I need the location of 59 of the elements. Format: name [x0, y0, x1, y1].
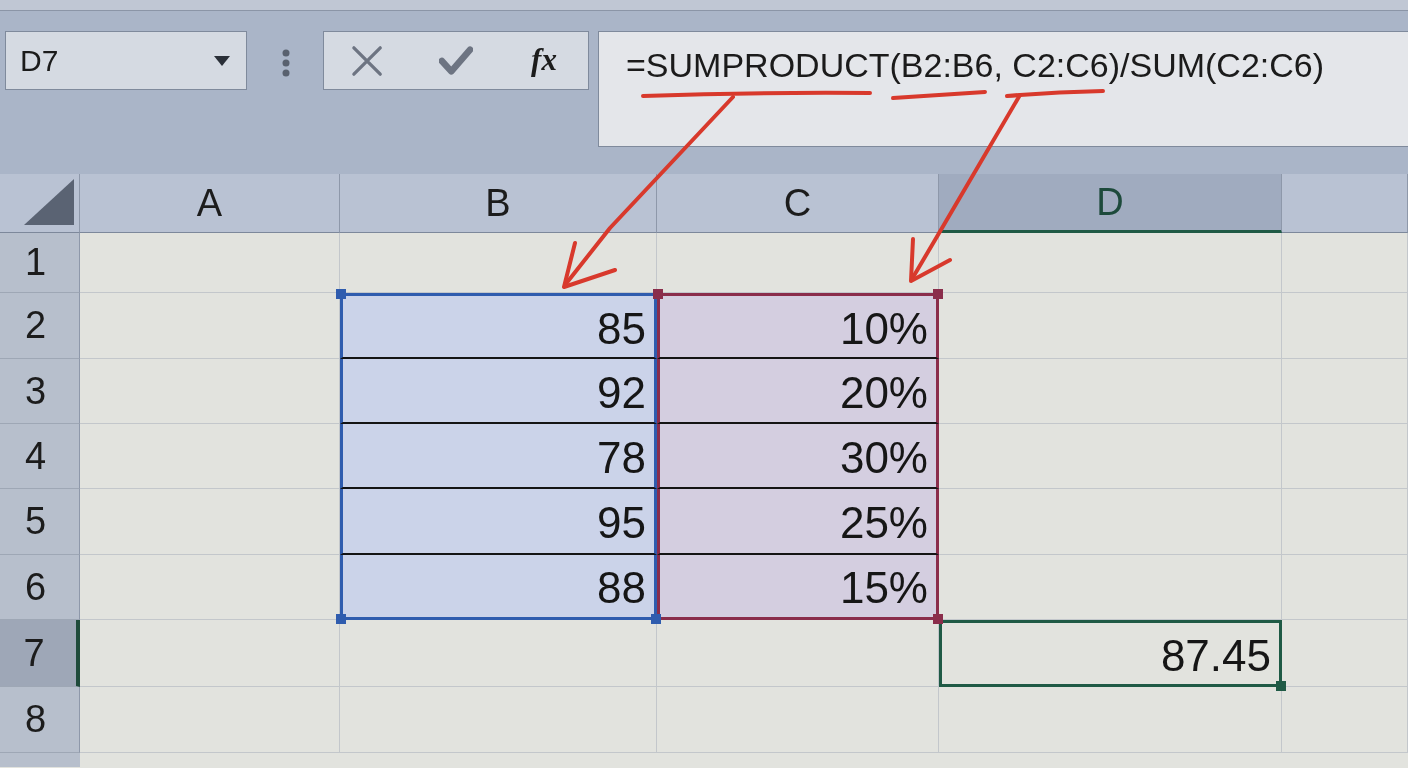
sheet-cell[interactable]: 78 [340, 424, 657, 489]
caret-icon[interactable] [214, 55, 230, 66]
sheet-cell[interactable]: 10% [657, 293, 939, 359]
range-handle-icon[interactable] [336, 289, 346, 299]
row-header[interactable]: 3 [0, 359, 80, 424]
row-header[interactable]: 6 [0, 555, 80, 620]
x-icon [351, 44, 385, 77]
range-handle-icon[interactable] [651, 614, 661, 624]
insert-function-button[interactable]: fx [500, 32, 588, 89]
sheet-cell[interactable] [939, 293, 1282, 359]
range-handle-icon[interactable] [933, 289, 943, 299]
sheet-cell[interactable]: 92 [340, 359, 657, 424]
sheet-cell[interactable]: 20% [657, 359, 939, 424]
sheet-cell[interactable] [939, 489, 1282, 555]
range-handle-icon[interactable] [336, 614, 346, 624]
sheet-cell[interactable] [80, 555, 340, 620]
sheet-cell[interactable] [80, 687, 340, 753]
triangle-icon [24, 179, 74, 225]
dots-icon[interactable] [282, 49, 290, 77]
sheet-cell[interactable] [1282, 555, 1408, 620]
sheet-cell[interactable] [1282, 293, 1408, 359]
check-icon [439, 44, 473, 77]
row-header[interactable]: 7 [0, 620, 80, 687]
sheet-cell[interactable]: 88 [340, 555, 657, 620]
row-header[interactable]: 1 [0, 233, 80, 293]
formula-field[interactable]: =SUMPRODUCT(B2:B6, C2:C6)/SUM(C2:C6) [598, 31, 1408, 147]
sheet-cell[interactable] [80, 424, 340, 489]
sheet-cell[interactable] [1282, 687, 1408, 753]
column-header[interactable]: B [340, 174, 657, 233]
row-header[interactable]: 5 [0, 489, 80, 555]
row-header[interactable]: 8 [0, 687, 80, 753]
column-header[interactable]: C [657, 174, 939, 233]
sheet-cell[interactable] [1282, 359, 1408, 424]
sheet-cell[interactable]: 25% [657, 489, 939, 555]
column-header[interactable]: A [80, 174, 340, 233]
name-box[interactable]: D7 [5, 31, 247, 90]
sheet-cell[interactable] [1282, 489, 1408, 555]
sheet-cell[interactable] [1282, 424, 1408, 489]
row-header[interactable]: 2 [0, 293, 80, 359]
sheet-cell[interactable]: 15% [657, 555, 939, 620]
row-header[interactable]: 4 [0, 424, 80, 489]
column-header[interactable]: D [939, 174, 1282, 233]
sheet-cell[interactable] [80, 359, 340, 424]
sheet-cell[interactable] [80, 489, 340, 555]
sheet-cell[interactable] [939, 424, 1282, 489]
sheet-cell[interactable] [80, 233, 340, 293]
sheet-cell[interactable] [657, 687, 939, 753]
fill-handle-icon[interactable] [1276, 681, 1286, 691]
sheet-cell[interactable] [340, 687, 657, 753]
sheet-cell[interactable]: 85 [340, 293, 657, 359]
sheet-cell[interactable]: 30% [657, 424, 939, 489]
sheet-cell[interactable]: 95 [340, 489, 657, 555]
sheet-cell[interactable] [1282, 233, 1408, 293]
select-all-button[interactable] [0, 174, 80, 233]
range-handle-icon[interactable] [653, 289, 663, 299]
column-header[interactable] [1282, 174, 1408, 233]
sheet-cell[interactable] [939, 359, 1282, 424]
range-handle-icon[interactable] [933, 614, 943, 624]
sheet-cell[interactable]: 87.45 [939, 620, 1282, 687]
